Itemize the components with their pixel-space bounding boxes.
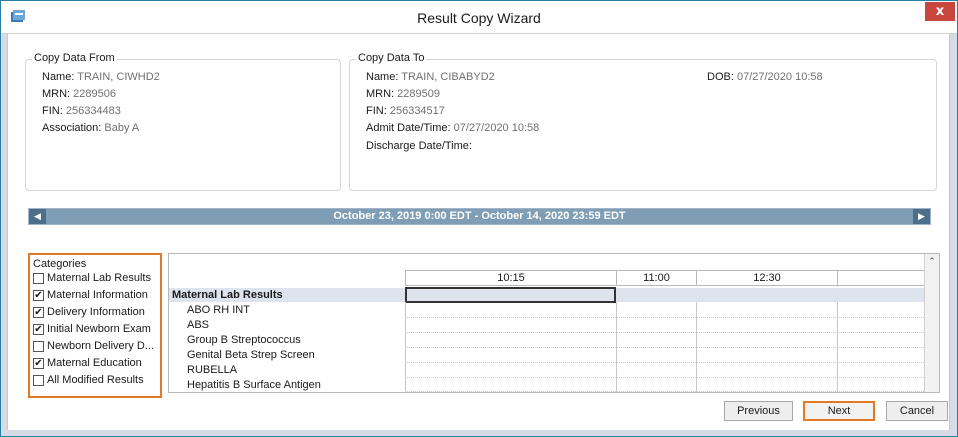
copy-data-from-panel: Copy Data From Name: TRAIN, CIWHD2 MRN: … [25,52,341,191]
copy-data-to-title: Copy Data To [356,52,427,64]
result-row-abs[interactable]: ABS [187,319,209,331]
column-header-1100[interactable]: 11:00 [616,270,697,286]
results-grid: 10:15 11:00 12:30 Maternal Lab Results A… [168,253,940,393]
grid-line [405,302,406,392]
wizard-content: Copy Data From Name: TRAIN, CIWHD2 MRN: … [7,34,950,430]
previous-button[interactable]: Previous [724,401,793,421]
column-header-empty [837,270,925,286]
from-fin: FIN: 256334483 [42,105,121,117]
grid-line [405,377,939,378]
category-initial-newborn-exam[interactable]: ✔ Initial Newborn Exam [33,323,151,338]
title-bar: Result Copy Wizard x [1,1,957,34]
grid-line [837,302,838,392]
checkbox-checked[interactable]: ✔ [33,289,44,301]
to-dob: DOB: 07/27/2020 10:58 [707,71,823,83]
window-title: Result Copy Wizard [417,10,541,26]
category-maternal-lab-results[interactable]: Maternal Lab Results [33,272,151,287]
grid-line [616,302,617,392]
cancel-button[interactable]: Cancel [886,401,948,421]
checkbox-checked[interactable]: ✔ [33,357,44,369]
checkbox[interactable] [33,272,44,284]
column-header-1230[interactable]: 12:30 [696,270,838,286]
checkbox-checked[interactable]: ✔ [33,323,44,335]
category-maternal-education[interactable]: ✔ Maternal Education [33,357,142,372]
result-row-genital-beta-strep[interactable]: Genital Beta Strep Screen [187,349,315,361]
copy-data-from-title: Copy Data From [32,52,117,64]
scroll-up-icon[interactable]: ⌃ [925,256,939,267]
date-range-bar: ◀ October 23, 2019 0:00 EDT - October 14… [28,208,931,225]
next-button[interactable]: Next [803,401,875,421]
column-header-1015[interactable]: 10:15 [405,270,617,286]
copy-data-to-panel: Copy Data To Name: TRAIN, CIBABYD2 MRN: … [349,52,937,191]
vertical-scrollbar[interactable]: ⌃ [924,254,939,392]
to-fin: FIN: 256334517 [366,105,445,117]
categories-title: Categories [33,258,87,270]
date-range-text: October 23, 2019 0:00 EDT - October 14, … [333,210,626,222]
from-name: Name: TRAIN, CIWHD2 [42,71,160,83]
to-name: Name: TRAIN, CIBABYD2 [366,71,495,83]
to-discharge-date: Discharge Date/Time: [366,140,472,152]
grid-line [405,362,939,363]
selected-cell[interactable] [405,287,616,303]
grid-line [405,332,939,333]
section-label: Maternal Lab Results [172,289,283,301]
result-row-abo-rh[interactable]: ABO RH INT [187,304,250,316]
to-admit-date: Admit Date/Time: 07/27/2020 10:58 [366,122,540,134]
close-button[interactable]: x [925,2,955,21]
category-delivery-information[interactable]: ✔ Delivery Information [33,306,145,321]
from-mrn: MRN: 2289506 [42,88,116,100]
checkbox[interactable] [33,340,44,352]
checkbox-checked[interactable]: ✔ [33,306,44,318]
category-maternal-information[interactable]: ✔ Maternal Information [33,289,148,304]
categories-panel: Categories Maternal Lab Results ✔ Materna… [28,253,162,398]
to-mrn: MRN: 2289509 [366,88,440,100]
checkbox[interactable] [33,374,44,386]
from-association: Association: Baby A [42,122,140,134]
category-all-modified-results[interactable]: All Modified Results [33,374,144,389]
right-arrow-icon[interactable]: ▶ [913,209,930,224]
grid-line [405,317,939,318]
result-row-hep-b[interactable]: Hepatitis B Surface Antigen [187,379,321,391]
category-newborn-delivery[interactable]: Newborn Delivery D... [33,340,154,355]
grid-line [696,302,697,392]
result-copy-wizard-window: Result Copy Wizard x Copy Data From Name… [0,0,958,437]
result-row-rubella[interactable]: RUBELLA [187,364,237,376]
grid-line [405,347,939,348]
result-row-group-b-strep[interactable]: Group B Streptococcus [187,334,301,346]
grid-line [405,391,939,392]
